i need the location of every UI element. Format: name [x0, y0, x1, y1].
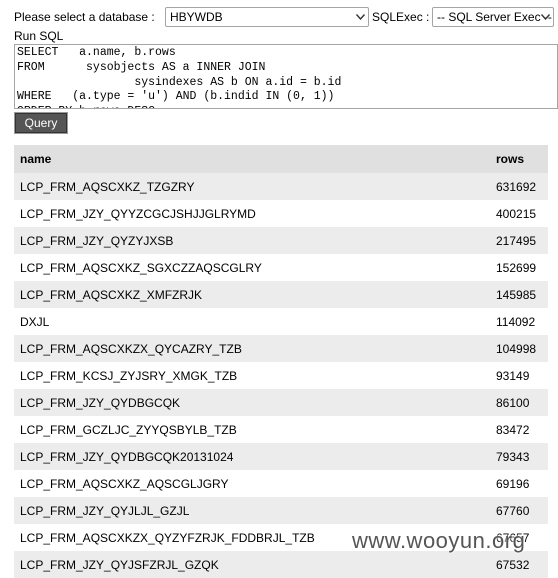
- cell-rows: 145985: [490, 281, 548, 308]
- cell-name: LCP_FRM_AQSCXKZ_TZGZRY: [14, 173, 490, 200]
- cell-rows: 83472: [490, 416, 548, 443]
- table-row: LCP_FRM_AQSCXKZ_XMFZRJK 145985: [14, 281, 548, 308]
- cell-name: LCP_FRM_JZY_QYDBGCQK: [14, 389, 490, 416]
- cell-rows: 67532: [490, 551, 548, 578]
- cell-rows: 79343: [490, 443, 548, 470]
- table-row: LCP_FRM_AQSCXKZX_QYCAZRY_TZB 104998: [14, 335, 548, 362]
- table-row: LCP_FRM_JZY_QYJLJL_GZJL 67760: [14, 497, 548, 524]
- table-row: LCP_FRM_JZY_QYZYJXSB 217495: [14, 227, 548, 254]
- cell-name: LCP_FRM_AQSCXKZ_SGXCZZAQSCGLRY: [14, 254, 490, 281]
- cell-rows: 67760: [490, 497, 548, 524]
- table-row: LCP_FRM_JZY_QYJSFZRJL_GZQK 67532: [14, 551, 548, 578]
- cell-rows: 86100: [490, 389, 548, 416]
- results-table: name rows LCP_FRM_AQSCXKZ_TZGZRY 631692 L…: [14, 145, 548, 578]
- sqlexec-select-value: -- SQL Server Exec --: [437, 10, 552, 24]
- cell-name: LCP_FRM_JZY_QYZYJXSB: [14, 227, 490, 254]
- database-select[interactable]: HBYWDB: [165, 7, 369, 27]
- run-sql-label: Run SQL: [14, 29, 64, 43]
- table-row: DXJL 114092: [14, 308, 548, 335]
- sql-textarea[interactable]: SELECT a.name, b.rows FROM sysobjects AS…: [14, 44, 558, 109]
- table-row: LCP_FRM_JZY_QYDBGCQK20131024 79343: [14, 443, 548, 470]
- table-row: LCP_FRM_AQSCXKZ_SGXCZZAQSCGLRY 152699: [14, 254, 548, 281]
- toolbar: Please select a database : HBYWDB SQLExe…: [14, 7, 554, 29]
- column-header-rows: rows: [490, 145, 548, 173]
- cell-name: LCP_FRM_JZY_QYDBGCQK20131024: [14, 443, 490, 470]
- cell-name: LCP_FRM_JZY_QYJLJL_GZJL: [14, 497, 490, 524]
- table-row: LCP_FRM_JZY_QYDBGCQK 86100: [14, 389, 548, 416]
- cell-name: LCP_FRM_JZY_QYYZCGCJSHJJGLRYMD: [14, 200, 490, 227]
- cell-name: LCP_FRM_GCZLJC_ZYYQSBYLB_TZB: [14, 416, 490, 443]
- cell-rows: 400215: [490, 200, 548, 227]
- sqlexec-select[interactable]: -- SQL Server Exec --: [432, 7, 554, 27]
- cell-rows: 114092: [490, 308, 548, 335]
- cell-rows: 217495: [490, 227, 548, 254]
- column-header-name: name: [14, 145, 490, 173]
- table-row: LCP_FRM_AQSCXKZ_AQSCGLJGRY 69196: [14, 470, 548, 497]
- cell-name: LCP_FRM_AQSCXKZ_XMFZRJK: [14, 281, 490, 308]
- table-row: LCP_FRM_JZY_QYYZCGCJSHJJGLRYMD 400215: [14, 200, 548, 227]
- table-row: LCP_FRM_AQSCXKZ_TZGZRY 631692: [14, 173, 548, 200]
- cell-name: LCP_FRM_JZY_QYJSFZRJL_GZQK: [14, 551, 490, 578]
- cell-rows: 152699: [490, 254, 548, 281]
- database-label: Please select a database :: [14, 10, 155, 24]
- cell-name: LCP_FRM_KCSJ_ZYJSRY_XMGK_TZB: [14, 362, 490, 389]
- cell-rows: 69196: [490, 470, 548, 497]
- chevron-down-icon: [352, 8, 368, 26]
- cell-name: LCP_FRM_AQSCXKZ_AQSCGLJGRY: [14, 470, 490, 497]
- cell-name: LCP_FRM_AQSCXKZX_QYCAZRY_TZB: [14, 335, 490, 362]
- cell-rows: 104998: [490, 335, 548, 362]
- cell-rows: 631692: [490, 173, 548, 200]
- table-row: LCP_FRM_KCSJ_ZYJSRY_XMGK_TZB 93149: [14, 362, 548, 389]
- sqlexec-label: SQLExec :: [372, 10, 430, 24]
- cell-name: DXJL: [14, 308, 490, 335]
- cell-rows: 93149: [490, 362, 548, 389]
- table-header-row: name rows: [14, 145, 548, 173]
- database-select-value: HBYWDB: [170, 10, 223, 24]
- table-row: LCP_FRM_GCZLJC_ZYYQSBYLB_TZB 83472: [14, 416, 548, 443]
- watermark: www.wooyun.org: [352, 528, 526, 553]
- query-button[interactable]: Query: [14, 112, 68, 134]
- chevron-down-icon: [537, 8, 553, 26]
